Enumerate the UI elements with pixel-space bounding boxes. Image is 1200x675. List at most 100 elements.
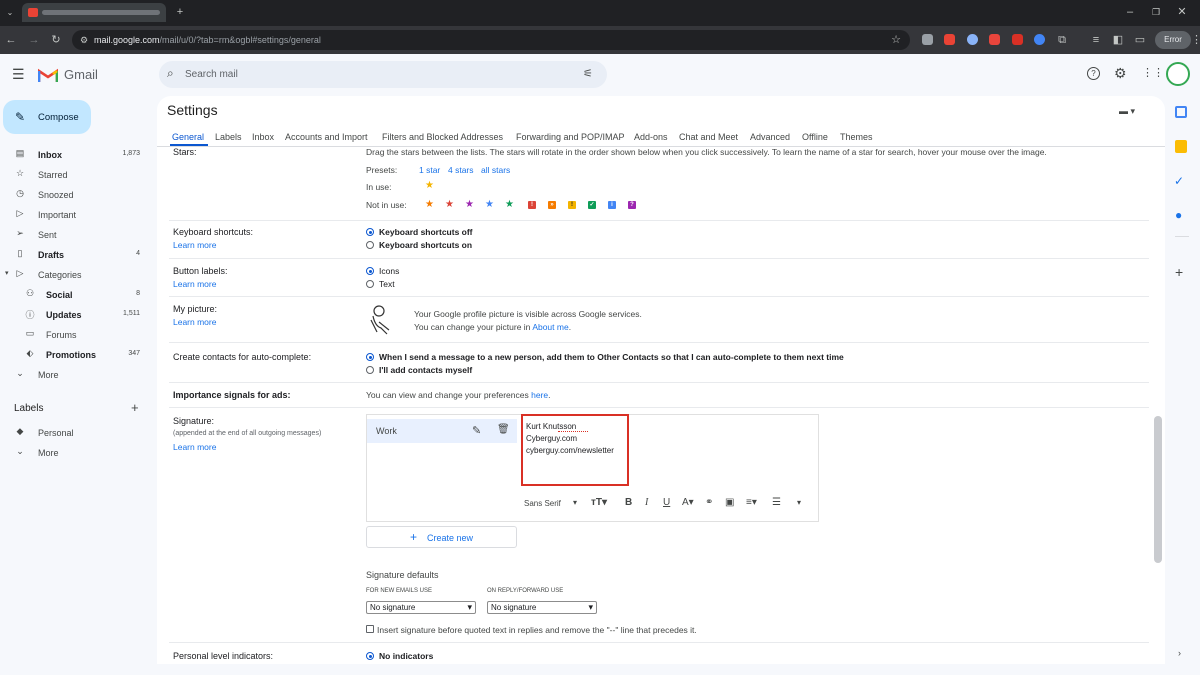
link-icon[interactable]: ⚭ [705,497,713,508]
keep-icon[interactable] [1175,140,1187,153]
profile-error-button[interactable]: Error [1155,31,1191,49]
sidebar-item-updates[interactable]: ⓘ Updates 1,511 [0,306,150,324]
back-icon[interactable]: ← [5,34,17,46]
importance-here-link[interactable]: here [531,390,548,400]
sidebar-labels-more[interactable]: ⌄ More [0,444,150,462]
purple-question-icon[interactable]: ? [628,201,636,209]
search-icon[interactable]: ⌕ [167,66,174,81]
edit-pencil-icon[interactable]: ✎ [472,424,481,437]
tab-offline[interactable]: Offline [802,132,828,142]
sidebar-item-forums[interactable]: ▭ Forums [0,326,150,344]
sidebar-item-more[interactable]: ⌄ More [0,366,150,384]
signature-text-area[interactable]: Kurt Knutsson Cyberguy.com cyberguy.com/… [521,414,629,486]
new-emails-signature-select[interactable]: No signature [366,601,476,614]
new-tab-icon[interactable]: + [174,6,186,18]
settings-gear-icon[interactable]: ⚙ [1114,65,1127,82]
delete-trash-icon[interactable]: 🗑 [497,424,510,435]
keyboard-on-radio[interactable] [366,241,374,249]
extension-1-icon[interactable] [922,34,933,45]
site-info-icon[interactable]: ⚙ [78,34,90,46]
extension-2-icon[interactable] [944,34,955,45]
download-icon[interactable]: ▭ [1134,34,1146,46]
icons-radio[interactable] [366,267,374,275]
extension-4-icon[interactable] [989,34,1000,45]
tab-inbox[interactable]: Inbox [252,132,274,142]
keyboard-learn-more-link[interactable]: Learn more [173,240,216,250]
tab-general[interactable]: General [172,132,204,142]
extensions-puzzle-icon[interactable]: ⧉ [1056,34,1068,46]
bold-icon[interactable]: B [625,497,632,508]
extension-6-icon[interactable] [1034,34,1045,45]
keyboard-off-radio[interactable] [366,228,374,236]
avatar[interactable] [1166,62,1190,86]
orange-guillemet-icon[interactable]: » [548,201,556,209]
search-bar[interactable]: ⌕ Search mail ⚟ [159,61,607,88]
search-options-icon[interactable]: ⚟ [583,67,593,80]
text-radio[interactable] [366,280,374,288]
expand-arrow-icon[interactable]: ▾ [5,269,9,277]
yellow-bang-icon[interactable]: ! [568,201,576,209]
preset-1-star[interactable]: 1 star [419,165,440,175]
browser-menu-icon[interactable]: ⋮ [1191,34,1200,46]
green-star-icon[interactable]: ★ [505,200,514,210]
get-addons-icon[interactable]: + [1175,264,1183,280]
tab-search-icon[interactable]: ⌄ [4,7,16,19]
insert-signature-checkbox[interactable] [366,625,374,633]
auto-add-radio[interactable] [366,353,374,361]
align-icon[interactable]: ≡▾ [746,497,757,508]
font-dropdown-icon[interactable]: ▾ [573,498,577,507]
reload-icon[interactable]: ↻ [50,34,62,46]
reply-forward-signature-select[interactable]: No signature [487,601,597,614]
tab-filters[interactable]: Filters and Blocked Addresses [382,132,503,142]
text-size-icon[interactable]: тT▾ [591,497,607,508]
auto-add-label[interactable]: When I send a message to a new person, a… [379,352,844,362]
forward-icon[interactable]: → [28,34,40,46]
extension-3-icon[interactable] [967,34,978,45]
close-window-icon[interactable]: ✕ [1176,6,1188,18]
minimize-icon[interactable]: – [1124,6,1136,18]
tasks-icon[interactable]: ✓ [1174,174,1184,188]
extension-5-icon[interactable] [1012,34,1023,45]
manual-add-label[interactable]: I'll add contacts myself [379,365,472,375]
purple-star-icon[interactable]: ★ [465,200,474,210]
gmail-logo-icon[interactable] [38,68,58,83]
tab-themes[interactable]: Themes [840,132,873,142]
add-label-icon[interactable]: + [131,400,139,415]
contacts-icon[interactable]: ● [1175,208,1182,222]
red-star-icon[interactable]: ★ [445,200,454,210]
reading-list-icon[interactable]: ≡ [1090,34,1102,46]
preset-4-stars[interactable]: 4 stars [448,165,474,175]
sidebar-item-snoozed[interactable]: ◷ Snoozed [0,186,150,204]
keyboard-off-label[interactable]: Keyboard shortcuts off [379,227,473,237]
side-panel-icon[interactable]: ◧ [1112,34,1124,46]
create-new-signature-button[interactable]: + Create new [366,526,517,548]
help-icon[interactable]: ? [1087,67,1100,80]
address-bar[interactable]: ⚙ mail.google.com/mail/u/0/?tab=rm&ogbl#… [72,30,910,50]
yellow-star-icon[interactable]: ★ [425,181,434,191]
expand-side-panel-icon[interactable]: › [1178,648,1181,658]
tab-chat-meet[interactable]: Chat and Meet [679,132,738,142]
font-family-select[interactable]: Sans Serif [524,499,561,508]
blue-star-icon[interactable]: ★ [485,200,494,210]
icons-label[interactable]: Icons [379,266,399,276]
numbered-list-icon[interactable]: ☰ [772,497,781,508]
sidebar-item-sent[interactable]: ➢ Sent [0,226,150,244]
sidebar-item-promotions[interactable]: ⬖ Promotions 347 [0,346,150,364]
tab-advanced[interactable]: Advanced [750,132,790,142]
profile-picture-icon[interactable] [367,302,397,336]
more-formatting-icon[interactable]: ▾ [797,498,801,507]
sidebar-label-personal[interactable]: ◆ Personal [0,424,150,442]
sidebar-item-inbox[interactable]: ▤ Inbox 1,873 [0,146,150,164]
underline-icon[interactable]: U [663,497,670,508]
search-input[interactable]: Search mail [185,69,238,80]
no-indicators-radio[interactable] [366,652,374,660]
input-tools-icon[interactable]: ▬ ▾ [1119,106,1135,117]
tab-forwarding[interactable]: Forwarding and POP/IMAP [516,132,625,142]
keyboard-on-label[interactable]: Keyboard shortcuts on [379,240,472,250]
calendar-icon[interactable] [1175,106,1187,118]
orange-star-icon[interactable]: ★ [425,200,434,210]
compose-button[interactable]: ✎ Compose [3,100,91,134]
tab-accounts[interactable]: Accounts and Import [285,132,368,142]
manual-add-radio[interactable] [366,366,374,374]
red-bang-icon[interactable]: ! [528,201,536,209]
